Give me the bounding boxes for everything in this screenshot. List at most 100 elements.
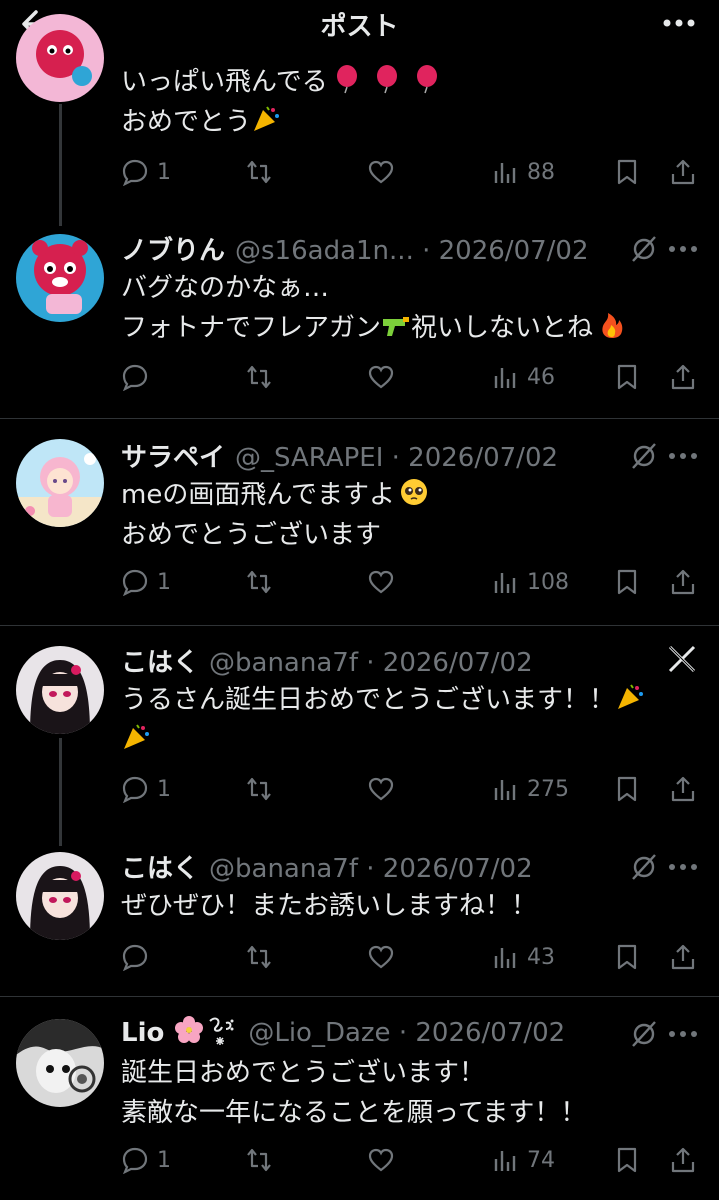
views-button[interactable]: 88 [491, 155, 555, 189]
grok-icon[interactable] [629, 852, 659, 882]
share-icon [671, 776, 695, 802]
repost-icon [247, 945, 271, 969]
repost-icon [247, 777, 271, 801]
tweet[interactable]: Lio @Lio_Daze · 2026/07/02 誕生日おめでとうございます！… [0, 997, 719, 1200]
user-handle[interactable]: @_SARAPEI [235, 443, 383, 473]
tweet[interactable]: サラペイ @_SARAPEI · 2026/07/02 meの画面飛んでますよ お… [0, 419, 719, 625]
reply-icon [122, 569, 148, 596]
like-button[interactable] [367, 155, 395, 189]
views-button[interactable]: 108 [491, 565, 569, 599]
share-button[interactable] [669, 360, 697, 394]
share-button[interactable] [669, 565, 697, 599]
view-count: 74 [527, 1147, 555, 1173]
heart-icon [368, 570, 394, 594]
bookmark-button[interactable] [613, 1143, 641, 1177]
decorative-glyph-icon [209, 1017, 234, 1045]
views-button[interactable]: 275 [491, 772, 569, 806]
reply-button[interactable] [121, 360, 149, 394]
user-handle[interactable]: @banana7f [209, 648, 358, 678]
repost-icon [247, 365, 271, 389]
repost-button[interactable] [245, 360, 273, 394]
tweet-date: · 2026/07/02 [391, 443, 559, 473]
avatar[interactable] [16, 234, 104, 322]
user-handle[interactable]: @banana7f [209, 854, 358, 884]
more-options-icon[interactable] [665, 852, 701, 882]
user-handle[interactable]: @s16ada1n... [235, 236, 414, 266]
like-button[interactable] [367, 360, 395, 394]
repost-button[interactable] [245, 772, 273, 806]
view-count: 46 [527, 364, 555, 390]
avatar[interactable] [16, 14, 104, 102]
bookmark-icon [617, 159, 637, 185]
tweet-meta: Lio @Lio_Daze · 2026/07/02 [121, 1013, 565, 1048]
like-button[interactable] [367, 940, 395, 974]
avatar-sarapei-image [16, 439, 104, 527]
like-button[interactable] [367, 772, 395, 806]
tweet-date: · 2026/07/02 [366, 648, 533, 678]
tweet[interactable]: こはく @banana7f · 2026/07/02 うるさん誕生日おめでとうござ… [0, 626, 719, 846]
reply-button[interactable]: 1 [121, 155, 171, 189]
reply-count: 1 [157, 159, 171, 185]
repost-icon [247, 160, 271, 184]
thread-line [59, 104, 62, 226]
bookmark-button[interactable] [613, 155, 641, 189]
bookmark-button[interactable] [613, 940, 641, 974]
tweet-text: ぜひぜひ！またお誘いしますね！！ [121, 891, 538, 921]
tweet-actions: 1 74 [121, 1143, 701, 1177]
tweet-meta: こはく @banana7f · 2026/07/02 [121, 642, 533, 678]
views-button[interactable]: 74 [491, 1143, 555, 1177]
repost-button[interactable] [245, 155, 273, 189]
bookmark-button[interactable] [613, 360, 641, 394]
share-button[interactable] [669, 155, 697, 189]
display-name[interactable]: こはく [121, 854, 199, 884]
more-options-icon[interactable] [665, 234, 701, 264]
share-button[interactable] [669, 940, 697, 974]
repost-icon [247, 1148, 271, 1172]
avatar[interactable] [16, 646, 104, 734]
x-logo-icon[interactable] [667, 644, 697, 674]
like-button[interactable] [367, 565, 395, 599]
tweet-meta: こはく @banana7f · 2026/07/02 [121, 848, 533, 884]
bookmark-icon [617, 1147, 637, 1173]
avatar[interactable] [16, 852, 104, 940]
reply-button[interactable]: 1 [121, 772, 171, 806]
repost-icon [247, 570, 271, 594]
avatar[interactable] [16, 1019, 104, 1107]
avatar[interactable] [16, 439, 104, 527]
grok-icon[interactable] [629, 1019, 659, 1049]
share-button[interactable] [669, 772, 697, 806]
tweet[interactable]: こはく @banana7f · 2026/07/02 ぜひぜひ！またお誘いしますね… [0, 832, 719, 996]
user-handle[interactable]: @Lio_Daze [248, 1018, 390, 1048]
views-button[interactable]: 46 [491, 360, 555, 394]
reply-button[interactable] [121, 940, 149, 974]
reply-button[interactable]: 1 [121, 1143, 171, 1177]
heart-icon [368, 160, 394, 184]
tweet[interactable]: ノブりん @s16ada1n... · 2026/07/02 バグなのかなぁ… フ… [0, 210, 719, 418]
views-icon [494, 780, 516, 800]
repost-button[interactable] [245, 1143, 273, 1177]
grok-icon[interactable] [629, 441, 659, 471]
like-button[interactable] [367, 1143, 395, 1177]
tweet[interactable]: いっぱい飛んでる おめでとう 1 88 [0, 0, 719, 226]
display-name[interactable]: ノブりん [121, 236, 225, 266]
more-options-icon[interactable] [665, 1019, 701, 1049]
grok-icon[interactable] [629, 234, 659, 264]
tweet-text: バグなのかなぁ… フォトナでフレアガン 祝いしないとね [121, 268, 689, 348]
reply-icon [122, 1147, 148, 1174]
heart-icon [368, 777, 394, 801]
views-button[interactable]: 43 [491, 940, 555, 974]
more-options-icon[interactable] [665, 441, 701, 471]
thread-line [59, 738, 62, 846]
repost-button[interactable] [245, 940, 273, 974]
display-name[interactable]: Lio [121, 1018, 164, 1048]
display-name[interactable]: こはく [121, 648, 199, 678]
reply-button[interactable]: 1 [121, 565, 171, 599]
share-button[interactable] [669, 1143, 697, 1177]
bookmark-button[interactable] [613, 772, 641, 806]
tweet-meta: ノブりん @s16ada1n... · 2026/07/02 [121, 230, 589, 266]
display-name[interactable]: サラペイ [121, 443, 225, 473]
fire-emoji [602, 313, 623, 338]
reply-icon [122, 159, 148, 186]
repost-button[interactable] [245, 565, 273, 599]
bookmark-button[interactable] [613, 565, 641, 599]
